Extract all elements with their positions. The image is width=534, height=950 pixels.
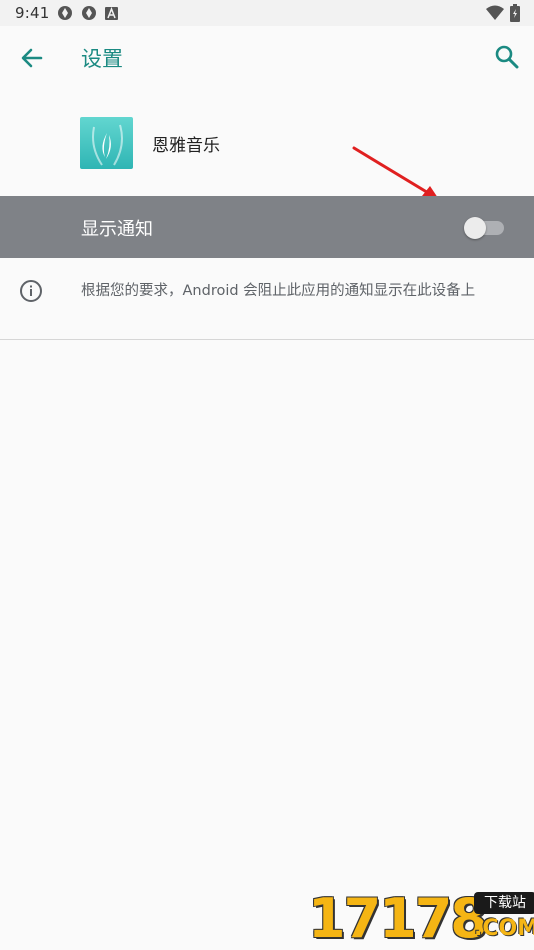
status-time: 9:41 (15, 4, 50, 22)
search-icon (495, 45, 519, 69)
show-notifications-label: 显示通知 (81, 219, 153, 240)
app-logo-icon (80, 117, 133, 169)
sync-icon (57, 5, 73, 21)
arrow-back-icon (21, 48, 43, 68)
a-badge-icon (105, 6, 119, 20)
battery-icon (510, 4, 520, 26)
divider (0, 339, 534, 340)
blocked-info-text: 根据您的要求，Android 会阻止此应用的通知显示在此设备上 (81, 283, 476, 299)
show-notifications-row[interactable]: 显示通知 (0, 196, 534, 258)
site-watermark: 17178 下载站 .COM (308, 888, 534, 950)
info-icon (19, 279, 43, 303)
show-notifications-switch[interactable] (464, 217, 506, 239)
annotation-arrow (352, 146, 438, 198)
status-bar: 9:41 (0, 0, 534, 26)
app-name: 恩雅音乐 (152, 136, 220, 156)
switch-thumb (464, 217, 486, 239)
watermark-domain: .COM (474, 916, 534, 941)
page-title: 设置 (81, 47, 123, 71)
app-header: 恩雅音乐 (0, 108, 534, 178)
blocked-info-row: 根据您的要求，Android 会阻止此应用的通知显示在此设备上 (0, 258, 534, 338)
search-button[interactable] (494, 44, 520, 70)
watermark-number: 17178 (308, 887, 488, 950)
watermark-badge: 下载站 (474, 892, 534, 914)
wifi-icon (486, 5, 504, 25)
back-button[interactable] (18, 44, 46, 72)
app-bar: 设置 (0, 26, 534, 90)
sync-icon (81, 5, 97, 21)
